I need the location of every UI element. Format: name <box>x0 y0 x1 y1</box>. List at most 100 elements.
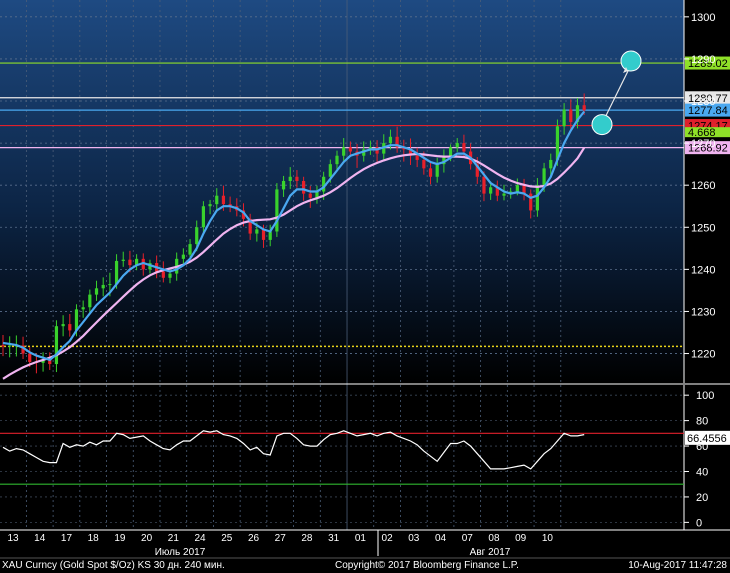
price-tick-label: 1300 <box>691 12 715 24</box>
date-tick-label: 18 <box>88 533 100 544</box>
rsi-tick-label: 20 <box>696 492 708 504</box>
date-tick-label: 04 <box>435 533 447 544</box>
bottom-bar: XAU Curncy (Gold Spot $/Oz) KS 30 дн. 24… <box>2 560 727 571</box>
candle-body <box>515 185 519 192</box>
candle-body <box>348 147 352 152</box>
date-tick-label: 21 <box>168 533 180 544</box>
candle-body <box>295 176 299 181</box>
candle-body <box>208 204 212 207</box>
price-tick-label: 1230 <box>691 306 715 318</box>
date-tick-label: 03 <box>408 533 420 544</box>
candle-body <box>502 193 506 196</box>
rsi-tick-label: 80 <box>696 416 708 428</box>
candle-body <box>275 189 279 232</box>
candle-body <box>489 187 493 194</box>
candle-body <box>302 180 306 194</box>
candle-body <box>288 176 292 181</box>
price-tick-label: 1240 <box>691 264 715 276</box>
candle-body <box>342 147 346 156</box>
date-axis: 13 14 17 18 19 20 21 24 25 26 27 28 31 01 02 03 04 07 08 09… <box>0 529 730 559</box>
candle-body <box>215 195 219 205</box>
candle-body <box>428 168 433 177</box>
date-tick-label: 13 <box>7 533 19 544</box>
candle-body <box>101 284 105 289</box>
date-tick-label: 09 <box>515 533 527 544</box>
candle-body <box>81 307 85 310</box>
rsi-panel-bg <box>0 385 684 530</box>
candle-body <box>268 231 272 240</box>
candle-body <box>94 288 99 295</box>
rsi-value-label: 66.4556 <box>687 433 727 445</box>
candle-body <box>201 206 205 228</box>
candle-body <box>422 159 426 169</box>
candle-body <box>569 109 573 123</box>
date-tick-label: 08 <box>488 533 500 544</box>
date-tick-label: 25 <box>221 533 233 544</box>
date-tick-label: 17 <box>61 533 73 544</box>
candle-body <box>181 254 185 259</box>
month-label: Авг 2017 <box>470 547 511 558</box>
security-label: XAU Curncy (Gold Spot $/Oz) KS 30 дн. 24… <box>2 560 225 571</box>
candle-body <box>582 105 586 111</box>
candle-body <box>68 324 72 331</box>
timestamp-label: 10-Aug-2017 11:47:28 <box>628 560 727 571</box>
candle-body <box>28 353 32 362</box>
candle-body <box>128 259 132 266</box>
candle-body <box>462 143 466 152</box>
rsi-tick-label: 100 <box>696 390 714 402</box>
candle-body <box>535 185 539 211</box>
start-marker <box>591 114 613 136</box>
price-tick-label: 1280 <box>691 96 715 108</box>
date-tick-label: 20 <box>141 533 153 544</box>
candle-body <box>308 193 312 198</box>
price-tick-label: 1220 <box>691 349 715 361</box>
candle-body <box>281 180 286 190</box>
target-marker <box>620 50 642 72</box>
candle-body <box>448 147 453 156</box>
candle-body <box>8 345 12 347</box>
date-tick-label: 26 <box>248 533 260 544</box>
candle-body <box>221 195 226 205</box>
candle-body <box>328 164 332 177</box>
price-tick-label: 1290 <box>691 54 715 66</box>
candle-body <box>168 273 172 278</box>
candle-body <box>74 309 79 331</box>
price-tick-label: 1270 <box>691 138 715 150</box>
candle-body <box>388 136 393 144</box>
date-tick-label: 28 <box>301 533 313 544</box>
candle-body <box>108 284 112 286</box>
candle-body <box>188 244 192 255</box>
price-tick-label: 1250 <box>691 222 715 234</box>
candle-body <box>482 176 486 194</box>
rsi-tick-label: 40 <box>696 466 708 478</box>
date-tick-label: 24 <box>194 533 206 544</box>
candle-body <box>61 324 65 327</box>
candle-body <box>255 229 259 234</box>
date-tick-label: 07 <box>462 533 474 544</box>
candle-body <box>161 271 165 278</box>
candle-body <box>415 155 419 160</box>
candle-body <box>261 229 266 240</box>
date-tick-label: 02 <box>382 533 394 544</box>
candle-body <box>542 168 546 186</box>
month-label: Июль 2017 <box>155 547 206 558</box>
candle-body <box>1 345 5 347</box>
candle-body <box>121 259 125 261</box>
chart-canvas: 1289.021280.771277.841274.171268.924.668… <box>0 0 730 571</box>
candle-body <box>54 326 59 365</box>
date-tick-label: 27 <box>275 533 287 544</box>
date-tick-label: 01 <box>355 533 367 544</box>
date-tick-label: 31 <box>328 533 340 544</box>
candle-body <box>195 227 199 245</box>
price-panel-bg <box>0 0 684 383</box>
copyright-label: Copyright© 2017 Bloomberg Finance L.P. <box>335 560 519 571</box>
rsi-tick-label: 0 <box>696 517 702 529</box>
candle-body <box>88 294 92 308</box>
date-tick-label: 19 <box>114 533 126 544</box>
candle-body <box>435 164 439 177</box>
candle-body <box>455 143 459 148</box>
price-tick-label: 1260 <box>691 180 715 192</box>
candle-body <box>562 109 566 127</box>
candle-body <box>335 155 339 165</box>
date-tick-label: 14 <box>34 533 46 544</box>
